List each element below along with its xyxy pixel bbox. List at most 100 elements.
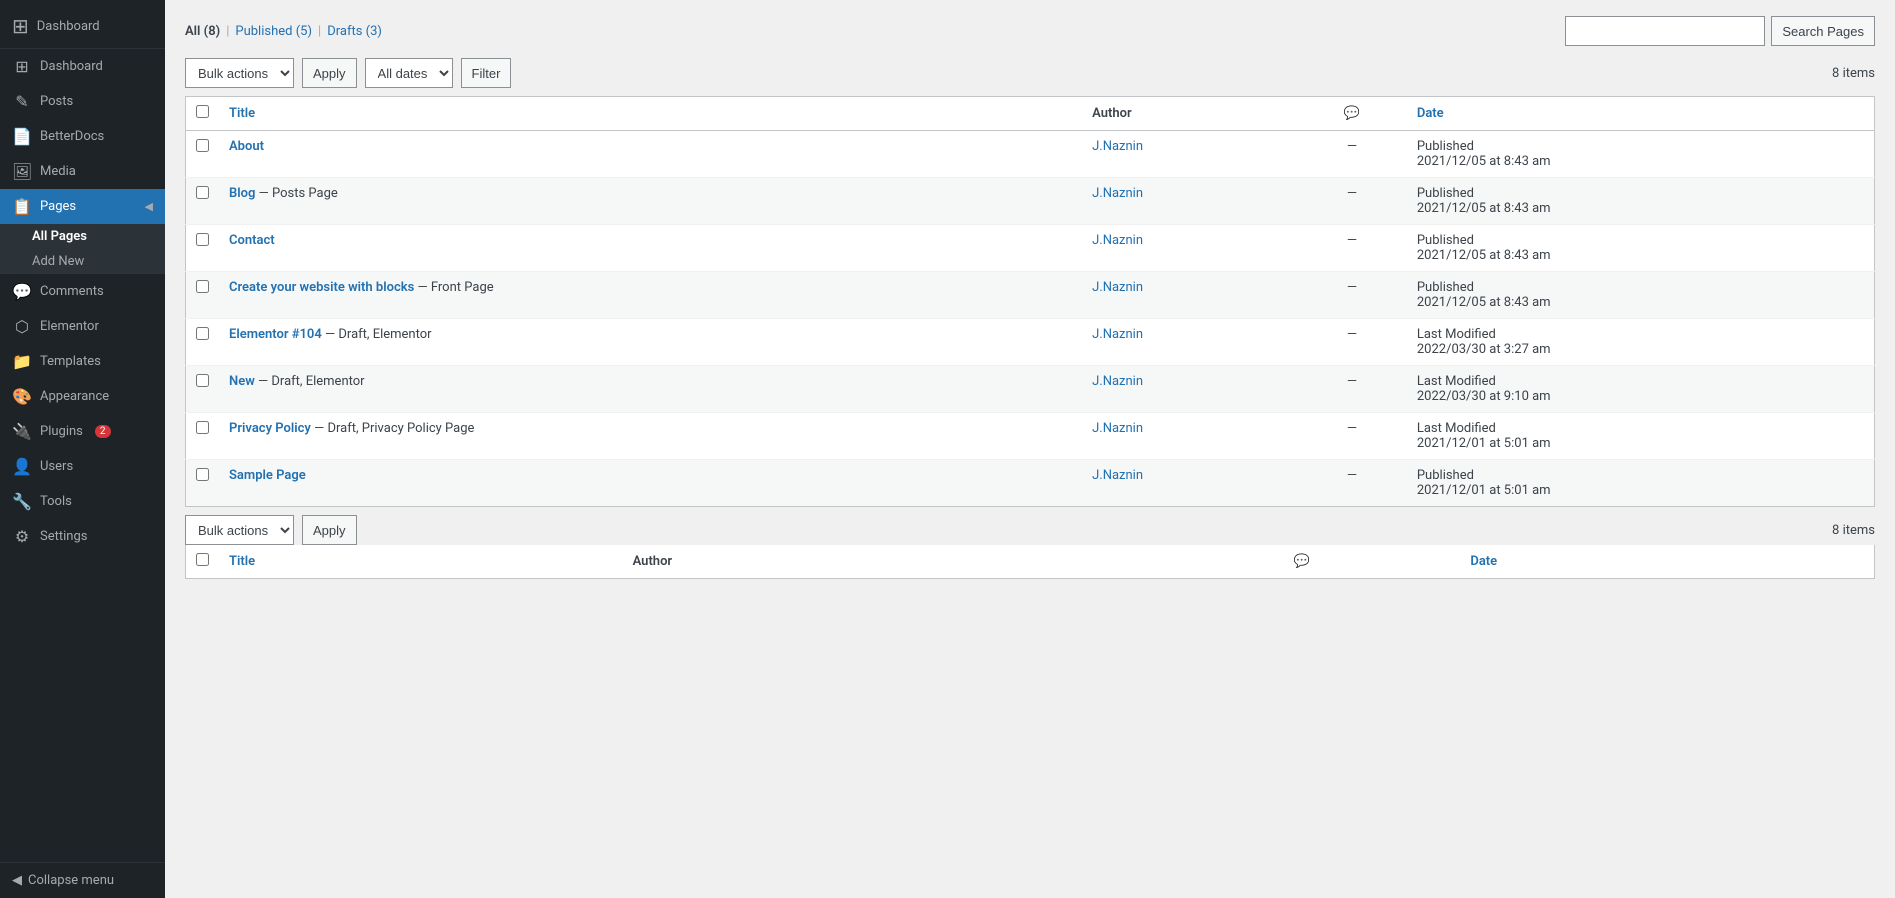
bulk-actions-select-bottom[interactable]: Bulk actions [186, 515, 293, 545]
search-pages-button[interactable]: Search Pages [1771, 16, 1875, 46]
page-title-link[interactable]: Sample Page [229, 468, 306, 483]
date-status: Published [1417, 280, 1474, 295]
col-title-footer[interactable]: Title [219, 545, 623, 579]
top-bar: All (8) | Published (5) | Drafts (3) Sea… [185, 12, 1875, 46]
page-title-link[interactable]: Blog [229, 186, 255, 201]
plugins-badge: 2 [95, 425, 111, 438]
row-author-cell: J.Naznin [1082, 319, 1297, 366]
page-title-suffix: — Front Page [414, 280, 493, 295]
table-footer-row: Title Author 💬 Date [186, 545, 1875, 579]
pages-table: Title Author 💬 Date About J.Naznin [185, 96, 1875, 507]
sidebar-item-appearance[interactable]: 🎨 Appearance [0, 379, 165, 414]
sidebar-item-betterdocs[interactable]: 📄 BetterDocs [0, 119, 165, 154]
bulk-actions-select-wrapper: Bulk actions [185, 58, 294, 88]
sidebar-logo[interactable]: ⊞ Dashboard [0, 0, 165, 49]
search-input[interactable] [1565, 16, 1765, 46]
pages-table-footer: Title Author 💬 Date [185, 545, 1875, 579]
col-date-footer[interactable]: Date [1460, 545, 1874, 579]
col-checkbox-footer [186, 545, 220, 579]
row-comments-cell: — [1297, 366, 1407, 413]
dates-select[interactable]: All dates [365, 58, 453, 88]
date-value: 2021/12/05 at 8:43 am [1417, 154, 1551, 169]
sidebar-item-templates[interactable]: 📁 Templates [0, 344, 165, 379]
sub-item-add-new[interactable]: Add New [32, 249, 165, 274]
author-link[interactable]: J.Naznin [1092, 186, 1143, 201]
filter-drafts-label: Drafts [327, 24, 362, 39]
page-title-link[interactable]: Elementor #104 [229, 327, 322, 342]
row-checkbox[interactable] [196, 139, 209, 152]
sidebar-item-media[interactable]: 🖼 Media [0, 154, 165, 189]
sidebar-item-settings[interactable]: ⚙ Settings [0, 519, 165, 554]
row-title-cell: Elementor #104 — Draft, Elementor [219, 319, 1082, 366]
date-status: Published [1417, 468, 1474, 483]
page-title-link[interactable]: Contact [229, 233, 275, 248]
sidebar-item-elementor[interactable]: ⬡ Elementor [0, 309, 165, 344]
sidebar-item-posts[interactable]: ✎ Posts [0, 84, 165, 119]
sidebar-item-users[interactable]: 👤 Users [0, 449, 165, 484]
row-title-cell: Blog — Posts Page [219, 178, 1082, 225]
top-action-bar: Bulk actions Apply All dates Filter 8 it… [185, 58, 1875, 88]
row-checkbox-cell [186, 178, 220, 225]
author-link[interactable]: J.Naznin [1092, 233, 1143, 248]
sidebar-item-label: Users [40, 459, 73, 474]
author-link[interactable]: J.Naznin [1092, 468, 1143, 483]
sidebar-item-plugins[interactable]: 🔌 Plugins 2 [0, 414, 165, 449]
row-date-cell: Last Modified 2022/03/30 at 9:10 am [1407, 366, 1875, 413]
author-link[interactable]: J.Naznin [1092, 139, 1143, 154]
dashboard-nav-icon: ⊞ [12, 57, 32, 76]
bulk-actions-select[interactable]: Bulk actions [186, 58, 293, 88]
apply-button-bottom[interactable]: Apply [302, 515, 357, 545]
select-all-checkbox[interactable] [196, 105, 209, 118]
sidebar-item-tools[interactable]: 🔧 Tools [0, 484, 165, 519]
page-title-link[interactable]: Create your website with blocks [229, 280, 414, 295]
collapse-icon: ◀ [12, 873, 22, 888]
sidebar-item-label: Tools [40, 494, 72, 509]
select-all-checkbox-bottom[interactable] [196, 553, 209, 566]
row-date-cell: Published 2021/12/05 at 8:43 am [1407, 225, 1875, 272]
page-title-link[interactable]: Privacy Policy [229, 421, 311, 436]
row-author-cell: J.Naznin [1082, 272, 1297, 319]
row-checkbox[interactable] [196, 233, 209, 246]
row-checkbox[interactable] [196, 421, 209, 434]
col-date-header[interactable]: Date [1407, 97, 1875, 131]
row-checkbox-cell [186, 413, 220, 460]
filter-links: All (8) | Published (5) | Drafts (3) [185, 24, 382, 39]
row-title-cell: Privacy Policy — Draft, Privacy Policy P… [219, 413, 1082, 460]
col-title-header[interactable]: Title [219, 97, 1082, 131]
filter-published[interactable]: Published (5) [235, 24, 312, 39]
row-checkbox[interactable] [196, 186, 209, 199]
row-checkbox-cell [186, 366, 220, 413]
row-checkbox-cell [186, 319, 220, 366]
author-link[interactable]: J.Naznin [1092, 327, 1143, 342]
filter-all[interactable]: All (8) [185, 24, 220, 39]
page-title-link[interactable]: About [229, 139, 264, 154]
sub-item-all-pages[interactable]: All Pages [32, 224, 165, 249]
filter-button[interactable]: Filter [461, 58, 512, 88]
templates-icon: 📁 [12, 352, 32, 371]
page-title-link[interactable]: New [229, 374, 255, 389]
collapse-menu-button[interactable]: ◀ Collapse menu [0, 862, 165, 898]
sidebar-item-comments[interactable]: 💬 Comments [0, 274, 165, 309]
row-checkbox[interactable] [196, 374, 209, 387]
row-checkbox[interactable] [196, 280, 209, 293]
row-checkbox[interactable] [196, 327, 209, 340]
author-link[interactable]: J.Naznin [1092, 280, 1143, 295]
media-icon: 🖼 [12, 162, 32, 181]
row-date-cell: Published 2021/12/05 at 8:43 am [1407, 178, 1875, 225]
sidebar-item-dashboard[interactable]: ⊞ Dashboard [0, 49, 165, 84]
row-comments-cell: — [1297, 319, 1407, 366]
table-row: Contact J.Naznin — Published 2021/12/05 … [186, 225, 1875, 272]
date-status: Last Modified [1417, 327, 1496, 342]
row-comments-cell: — [1297, 272, 1407, 319]
row-title-cell: Create your website with blocks — Front … [219, 272, 1082, 319]
row-author-cell: J.Naznin [1082, 460, 1297, 507]
author-link[interactable]: J.Naznin [1092, 421, 1143, 436]
betterdocs-icon: 📄 [12, 127, 32, 146]
author-link[interactable]: J.Naznin [1092, 374, 1143, 389]
apply-button-top[interactable]: Apply [302, 58, 357, 88]
appearance-icon: 🎨 [12, 387, 32, 406]
sidebar-item-pages[interactable]: 📋 Pages ◀ [0, 189, 165, 224]
comment-count: — [1307, 186, 1397, 201]
row-checkbox[interactable] [196, 468, 209, 481]
filter-drafts[interactable]: Drafts (3) [327, 24, 382, 39]
